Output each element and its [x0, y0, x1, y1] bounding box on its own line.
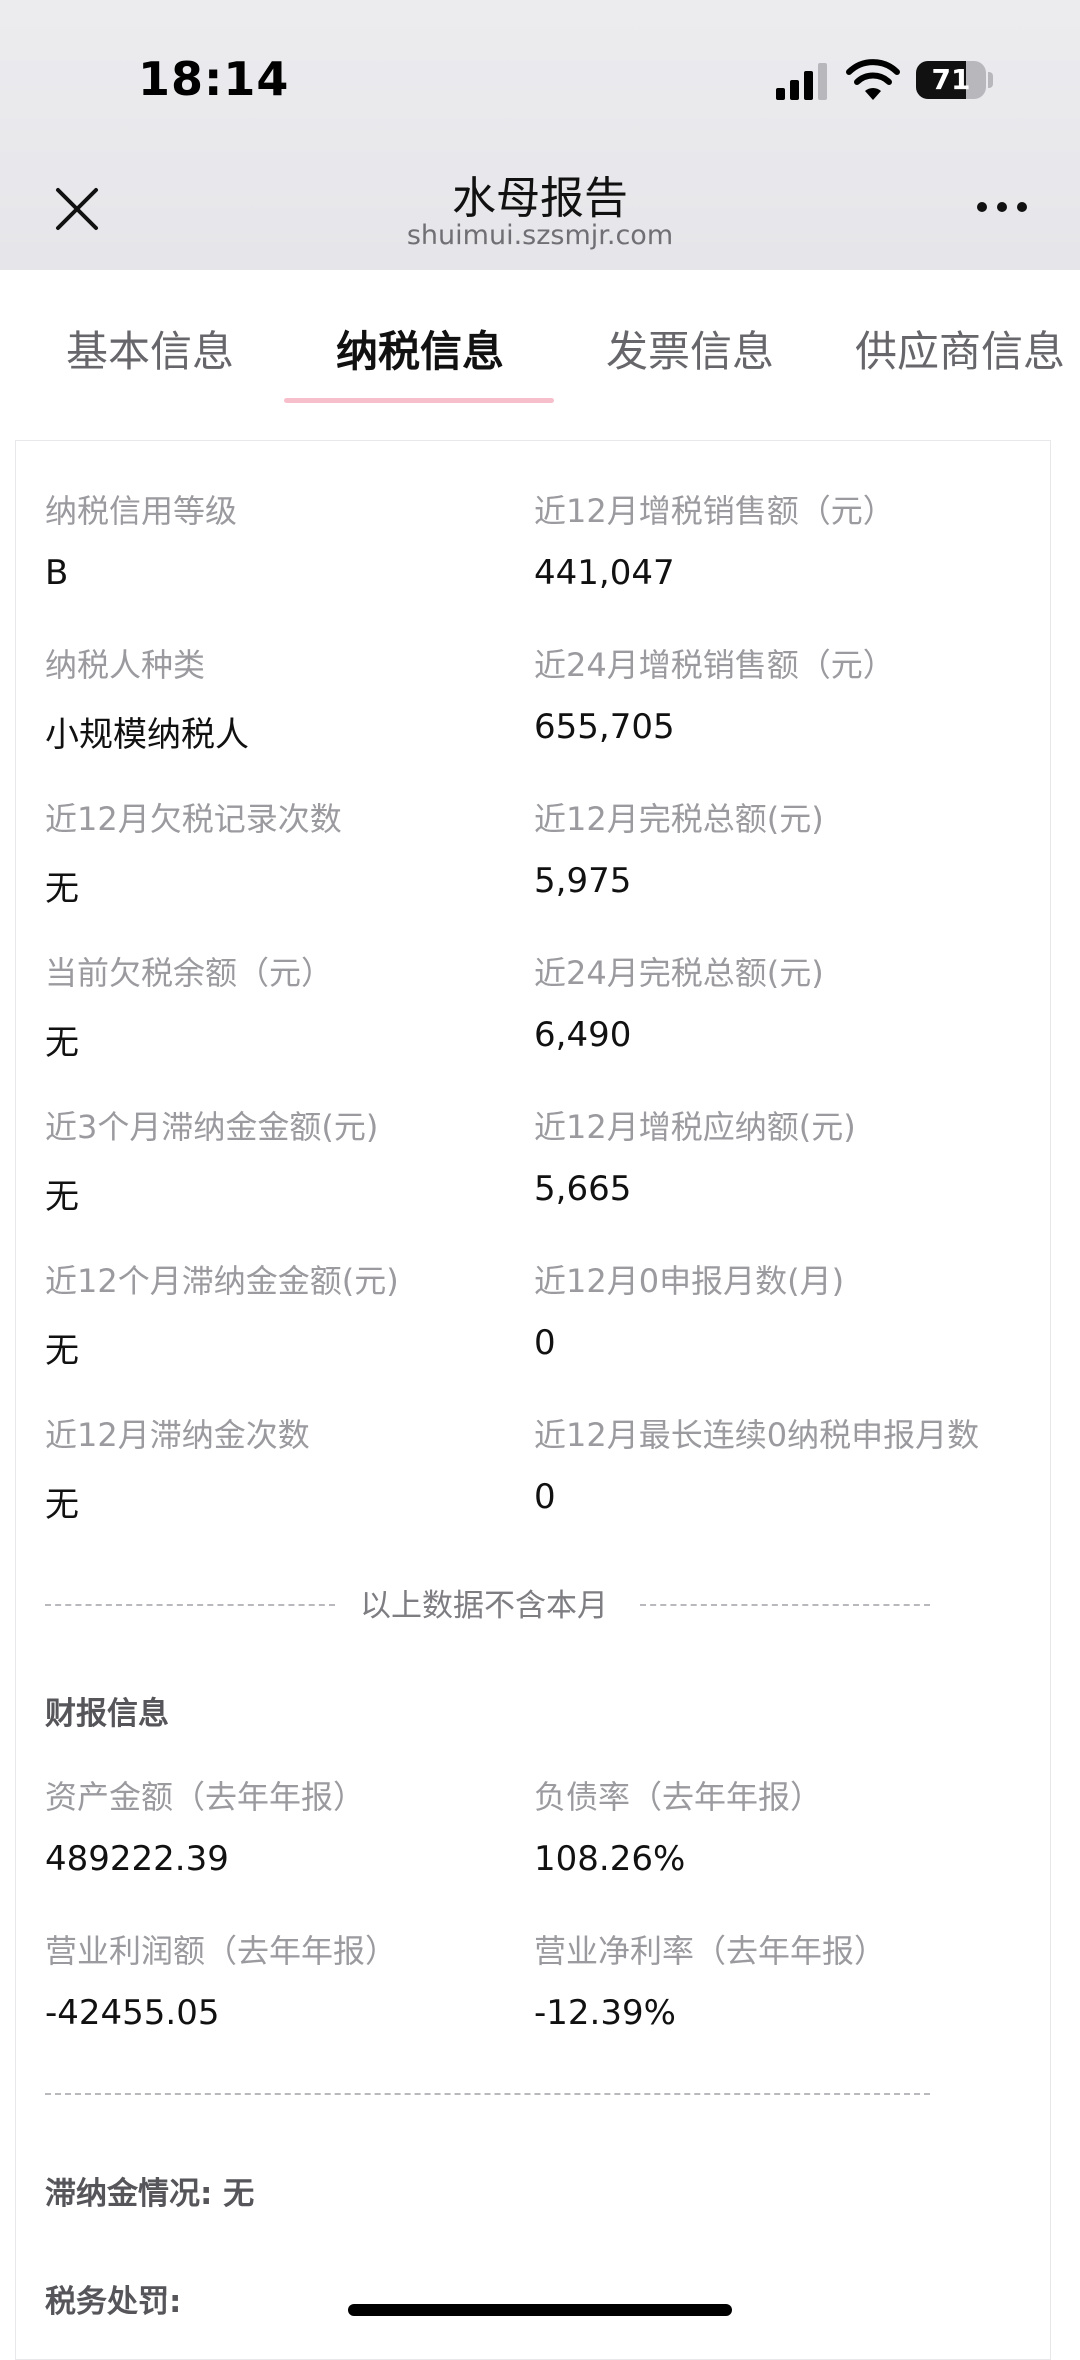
field-label: 近12月0申报月数(月): [534, 1262, 845, 1300]
field-label: 资产金额（去年年报）: [45, 1778, 366, 1816]
field-value: 0: [534, 1323, 556, 1363]
field-value: 无: [45, 1485, 79, 1525]
home-indicator[interactable]: [348, 2304, 732, 2316]
tab-tax-info[interactable]: 纳税信息: [336, 318, 504, 378]
tab-bar: 基本信息 纳税信息 发票信息 供应商信息: [0, 270, 1080, 406]
page-url: shuimui.szsmjr.com: [406, 220, 674, 251]
field-label: 近12月最长连续0纳税申报月数: [534, 1416, 980, 1454]
dashed-divider: [45, 2093, 930, 2095]
dashed-divider-left: [45, 1604, 335, 1606]
field-label: 近12月滞纳金次数: [45, 1416, 310, 1454]
field-value: 5,665: [534, 1169, 632, 1209]
field-label: 近12月增税应纳额(元): [534, 1108, 856, 1146]
field-value: 441,047: [534, 553, 675, 593]
active-tab-indicator: [284, 398, 554, 403]
field-value: 5,975: [534, 861, 632, 901]
battery-icon: 71: [916, 61, 986, 99]
tab-invoice-info[interactable]: 发票信息: [606, 318, 774, 378]
late-fee-status: 滞纳金情况: 无: [45, 2176, 255, 2212]
field-value: 无: [45, 1177, 79, 1217]
field-value: 6,490: [534, 1015, 632, 1055]
field-label: 当前欠税余额（元）: [45, 954, 334, 992]
header: 18:14 71 水母报告 shuimui.szsmjr.com: [0, 0, 1080, 270]
more-options-icon[interactable]: [974, 198, 1030, 216]
page-title: 水母报告: [452, 173, 628, 224]
field-value: 0: [534, 1477, 556, 1517]
field-value: -12.39%: [534, 1993, 676, 2033]
wifi-icon: [846, 59, 900, 100]
battery-level: 71: [931, 63, 971, 96]
cellular-signal-icon: [776, 63, 827, 100]
financial-section-title: 财报信息: [45, 1696, 169, 1732]
field-label: 营业利润额（去年年报）: [45, 1932, 398, 1970]
field-value: 655,705: [534, 707, 675, 747]
data-note-divider: 以上数据不含本月: [30, 1580, 930, 1630]
field-value: 489222.39: [45, 1839, 229, 1879]
field-label: 营业净利率（去年年报）: [534, 1932, 887, 1970]
field-value: 无: [45, 869, 79, 909]
tax-penalty-title: 税务处罚:: [45, 2284, 182, 2320]
tab-basic-info[interactable]: 基本信息: [66, 318, 234, 378]
tab-supplier-info[interactable]: 供应商信息: [855, 318, 1065, 378]
field-value: B: [45, 553, 69, 593]
field-value: 108.26%: [534, 1839, 686, 1879]
field-label: 纳税人种类: [45, 646, 206, 684]
battery-cap: [988, 72, 993, 88]
field-label: 近24月增税销售额（元）: [534, 646, 895, 684]
field-label: 纳税信用等级: [45, 492, 238, 530]
field-value: -42455.05: [45, 1993, 220, 2033]
data-note-text: 以上数据不含本月: [360, 1588, 608, 1624]
field-value: 无: [45, 1023, 79, 1063]
field-label: 近12月欠税记录次数: [45, 800, 342, 838]
field-label: 近12月完税总额(元): [534, 800, 824, 838]
status-time: 18:14: [138, 52, 290, 106]
field-label: 近12月增税销售额（元）: [534, 492, 895, 530]
dashed-divider-right: [640, 1604, 930, 1606]
field-label: 近24月完税总额(元): [534, 954, 824, 992]
field-value: 无: [45, 1331, 79, 1371]
field-value: 小规模纳税人: [45, 715, 249, 755]
field-label: 近12个月滞纳金金额(元): [45, 1262, 399, 1300]
field-label: 负债率（去年年报）: [534, 1778, 823, 1816]
field-label: 近3个月滞纳金金额(元): [45, 1108, 379, 1146]
